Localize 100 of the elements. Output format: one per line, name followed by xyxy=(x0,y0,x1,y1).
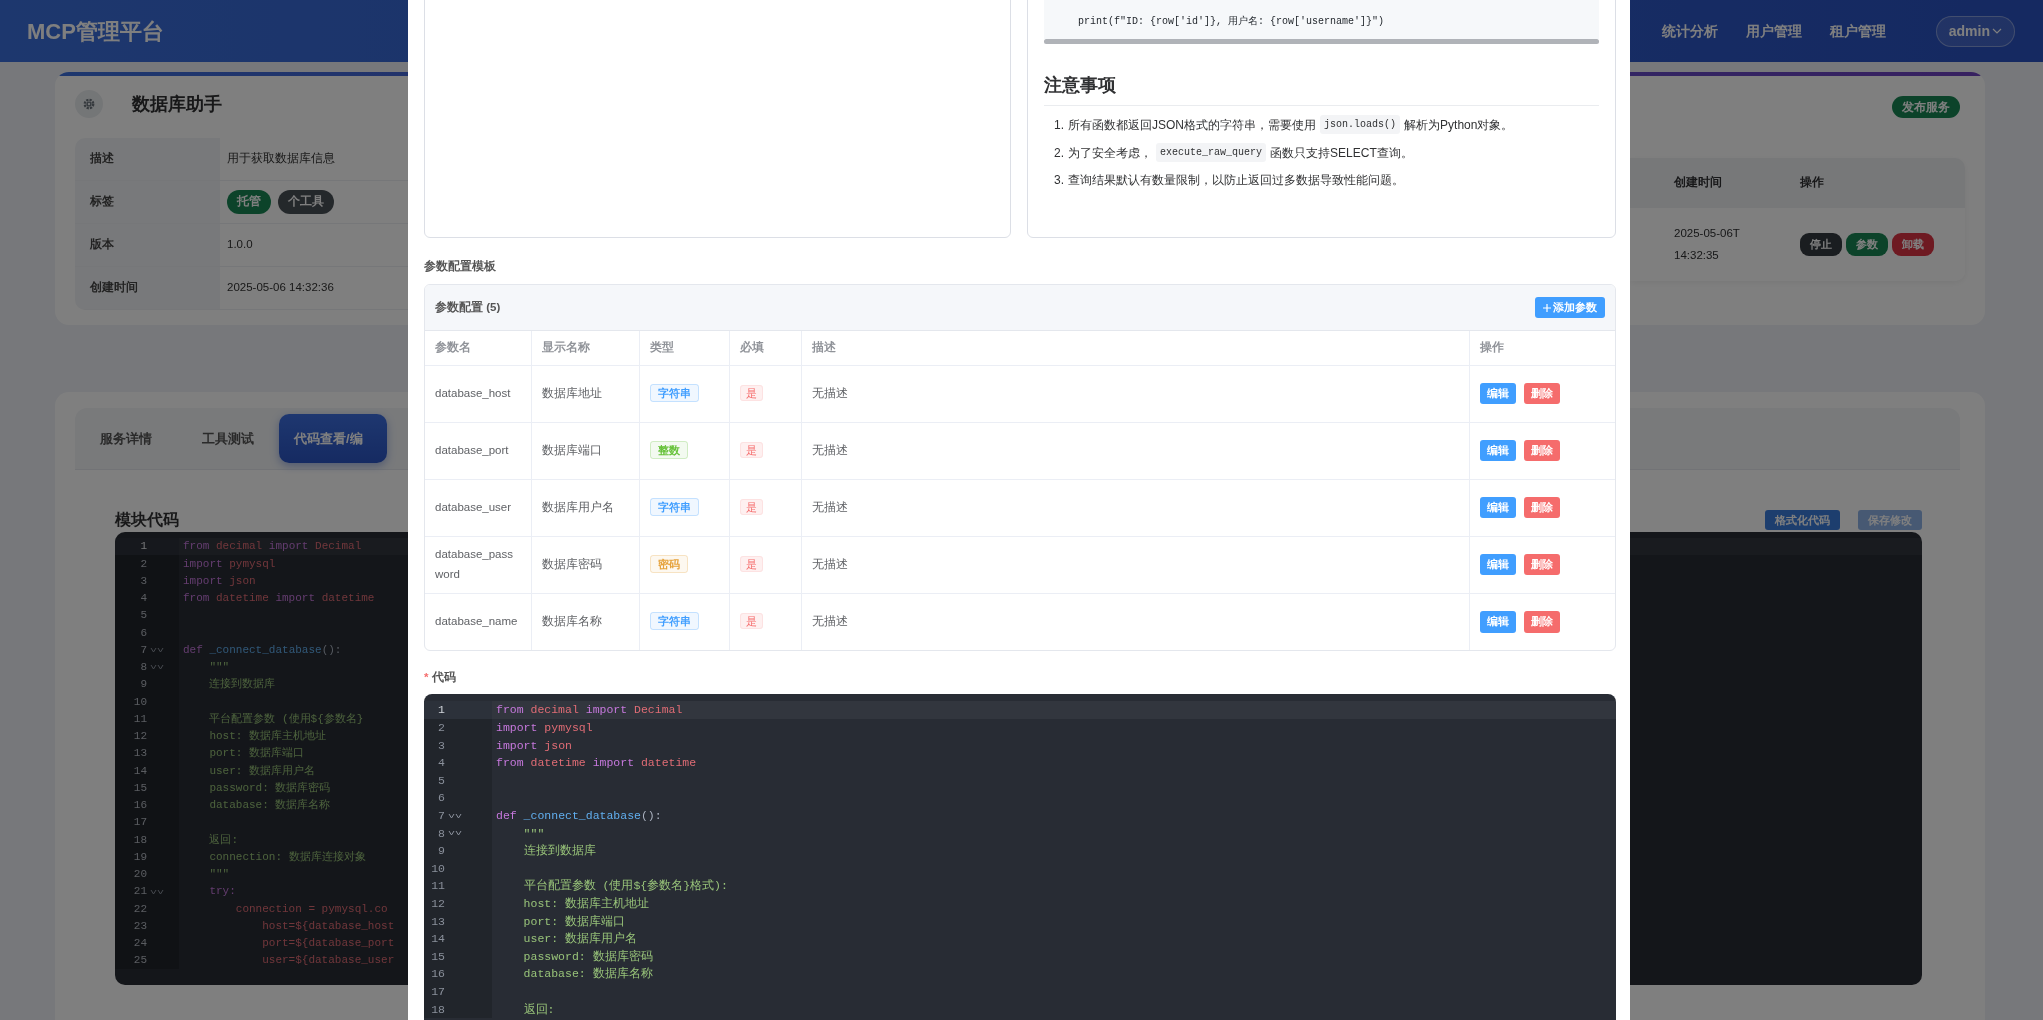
table-cell: database_name xyxy=(425,593,531,650)
note-text: 函数只支持SELECT查询。 xyxy=(1270,144,1413,162)
line-number: 18 xyxy=(132,832,147,848)
table-cell: 数据库密码 xyxy=(531,536,639,593)
table-cell-text: 2025-05-06T14:32:35 xyxy=(1673,225,1741,263)
type-tag: 密码 xyxy=(649,554,688,573)
column-header: 创建时间 xyxy=(1673,175,1723,191)
code-line: 返回: xyxy=(522,1001,555,1018)
code-editor[interactable] xyxy=(424,694,1616,1020)
line-number: 23 xyxy=(132,918,147,934)
table-cell: 无描述 xyxy=(801,593,1469,650)
delete-button[interactable]: 删除 xyxy=(1523,553,1560,576)
line-number: 5 xyxy=(139,608,147,624)
action-button[interactable]: 参数 xyxy=(1846,233,1888,256)
line-number: 10 xyxy=(132,694,147,710)
code-line: def _connect_database(): xyxy=(183,642,342,658)
code-line: password: 数据库密码 xyxy=(522,948,653,965)
line-number: 12 xyxy=(132,729,147,745)
tab[interactable]: 代码查看/编 xyxy=(279,414,387,463)
code-line: from decimal import Decimal xyxy=(183,539,362,555)
line-number: 22 xyxy=(132,901,147,917)
gear-icon xyxy=(75,90,103,118)
required-tag: 是 xyxy=(739,441,763,458)
edit-button[interactable]: 编辑 xyxy=(1479,382,1516,405)
line-number: 14 xyxy=(132,763,147,779)
column-header: 操作 xyxy=(1469,331,1615,365)
line-number: 17 xyxy=(132,815,147,831)
line-number: 8 xyxy=(139,660,147,676)
type-tag: 字符串 xyxy=(649,497,699,516)
notes-heading: 注意事项 xyxy=(1044,72,1599,106)
line-number: 9 xyxy=(437,843,445,860)
edit-button[interactable]: 编辑 xyxy=(1479,610,1516,633)
fold-icon xyxy=(150,664,164,671)
edit-button[interactable]: 编辑 xyxy=(1479,439,1516,462)
card-title: 参数配置 (5) xyxy=(435,299,501,315)
note-text: 为了安全考虑， xyxy=(1068,144,1152,162)
service-title: 数据库助手 xyxy=(132,92,222,116)
line-number: 21 xyxy=(132,884,147,900)
delete-button[interactable]: 删除 xyxy=(1523,382,1560,405)
code-line: user=${database_user xyxy=(261,953,395,969)
tab[interactable]: 工具测试 xyxy=(177,414,279,463)
code-line: port: 数据库端口 xyxy=(522,913,625,930)
line-number: 15 xyxy=(430,948,445,965)
fold-icon xyxy=(448,812,462,819)
table-cell: 无描述 xyxy=(801,479,1469,536)
line-number: 11 xyxy=(430,878,445,895)
line-number: 13 xyxy=(430,913,445,930)
delete-button[interactable]: 删除 xyxy=(1523,610,1560,633)
table-cell: 数据库名称 xyxy=(531,593,639,650)
nav-link[interactable]: 租户管理 xyxy=(1815,14,1900,48)
code-line: 连接到数据库 xyxy=(208,677,276,693)
section-label: 参数配置模板 xyxy=(424,259,497,274)
code-line: def _connect_database(): xyxy=(496,808,662,824)
inline-code: execute_raw_query xyxy=(1156,143,1267,162)
column-header: 参数名 xyxy=(425,331,531,365)
code-line: password: 数据库密码 xyxy=(208,780,331,796)
action-button[interactable]: 停止 xyxy=(1800,233,1842,256)
toolbar-button[interactable]: 格式化代码 xyxy=(1765,509,1840,531)
code-line: 返回: xyxy=(208,832,238,848)
table-cell: 数据库地址 xyxy=(531,365,639,422)
code-line: import pymysql xyxy=(496,720,593,736)
line-number: 12 xyxy=(430,895,445,912)
tab[interactable]: 服务详情 xyxy=(75,414,177,463)
edit-button[interactable]: 编辑 xyxy=(1479,496,1516,519)
field-label: 代码 xyxy=(432,670,457,685)
edit-button[interactable]: 编辑 xyxy=(1479,553,1516,576)
nav-link[interactable]: 统计分析 xyxy=(1647,14,1732,48)
column-header: 类型 xyxy=(639,331,729,365)
code-line: """ xyxy=(208,660,230,676)
code-line: database: 数据库名称 xyxy=(522,966,653,983)
line-number: 16 xyxy=(132,798,147,814)
action-button[interactable]: 卸载 xyxy=(1892,233,1934,256)
delete-button[interactable]: 删除 xyxy=(1523,496,1560,519)
code-line: 平台配置参数 (使用${参数名}格式): xyxy=(522,878,728,895)
table-cell: 无描述 xyxy=(801,365,1469,422)
line-number: 7 xyxy=(139,642,147,658)
line-number: 20 xyxy=(132,867,147,883)
code-line: connection: 数据库连接对象 xyxy=(208,849,366,865)
required-mark: * xyxy=(424,670,429,685)
line-number: 14 xyxy=(430,931,445,948)
code-line: port=${database_port xyxy=(261,936,395,952)
info-label: 创建时间 xyxy=(75,267,220,309)
line-number: 5 xyxy=(437,772,445,789)
inline-code: json.loads() xyxy=(1320,115,1401,134)
list-number: 1. xyxy=(1054,116,1064,134)
tag: 个工具 xyxy=(278,190,334,214)
line-number: 13 xyxy=(132,746,147,762)
scrollbar[interactable] xyxy=(1044,39,1599,44)
code-line: import pymysql xyxy=(183,556,276,572)
code-line: from datetime import datetime xyxy=(496,755,697,772)
code-line: user: 数据库用户名 xyxy=(522,931,637,948)
brand-title: MCP管理平台 xyxy=(27,17,164,46)
code-line: try: xyxy=(208,884,236,900)
publish-button[interactable]: 发布服务 xyxy=(1892,96,1960,118)
nav-link[interactable]: 用户管理 xyxy=(1731,14,1816,48)
info-value: 1.0.0 xyxy=(226,237,253,253)
delete-button[interactable]: 删除 xyxy=(1523,439,1560,462)
line-number: 10 xyxy=(430,860,445,877)
code-line: """ xyxy=(522,825,545,842)
add-button[interactable]: 添加参数 xyxy=(1535,296,1605,319)
